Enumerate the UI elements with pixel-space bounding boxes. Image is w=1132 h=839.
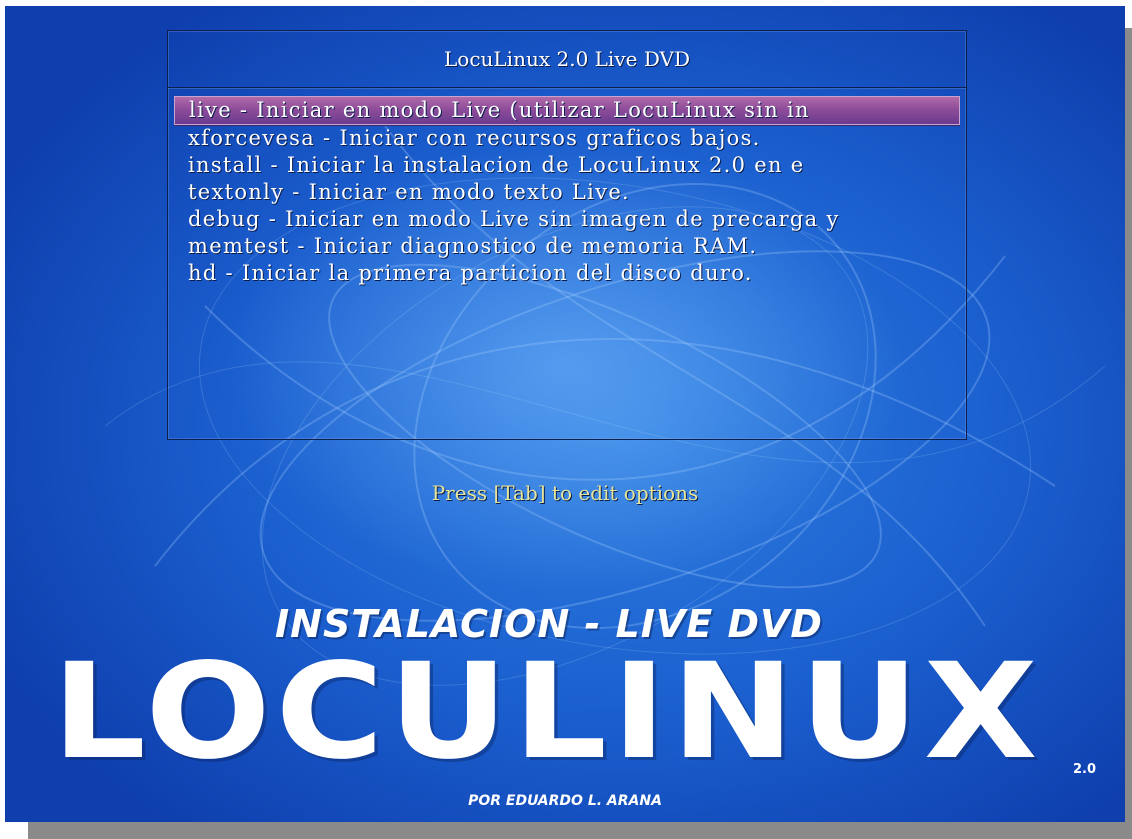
boot-menu-title: LocuLinux 2.0 Live DVD	[444, 47, 690, 71]
boot-option-hd[interactable]: hd - Iniciar la primera particion del di…	[174, 260, 960, 287]
boot-option-textonly[interactable]: textonly - Iniciar en modo texto Live.	[174, 179, 960, 206]
edit-options-hint: Press [Tab] to edit options	[431, 481, 699, 505]
author-credit: POR EDUARDO L. ARANA	[468, 793, 662, 809]
boot-option-live[interactable]: live - Iniciar en modo Live (utilizar Lo…	[174, 96, 960, 125]
boot-menu-list: live - Iniciar en modo Live (utilizar Lo…	[174, 96, 960, 430]
version-badge: 2.0	[1073, 762, 1097, 777]
boot-menu-title-bar: LocuLinux 2.0 Live DVD	[168, 31, 966, 88]
loculinux-logo: LOCULINUX	[51, 635, 1043, 789]
boot-screen: LocuLinux 2.0 Live DVD live - Iniciar en…	[5, 6, 1125, 822]
boot-menu-panel: LocuLinux 2.0 Live DVD live - Iniciar en…	[167, 30, 967, 440]
boot-option-xforcevesa[interactable]: xforcevesa - Iniciar con recursos grafic…	[174, 125, 960, 152]
boot-option-install[interactable]: install - Iniciar la instalacion de Locu…	[174, 152, 960, 179]
boot-option-debug[interactable]: debug - Iniciar en modo Live sin imagen …	[174, 206, 960, 233]
boot-option-memtest[interactable]: memtest - Iniciar diagnostico de memoria…	[174, 233, 960, 260]
